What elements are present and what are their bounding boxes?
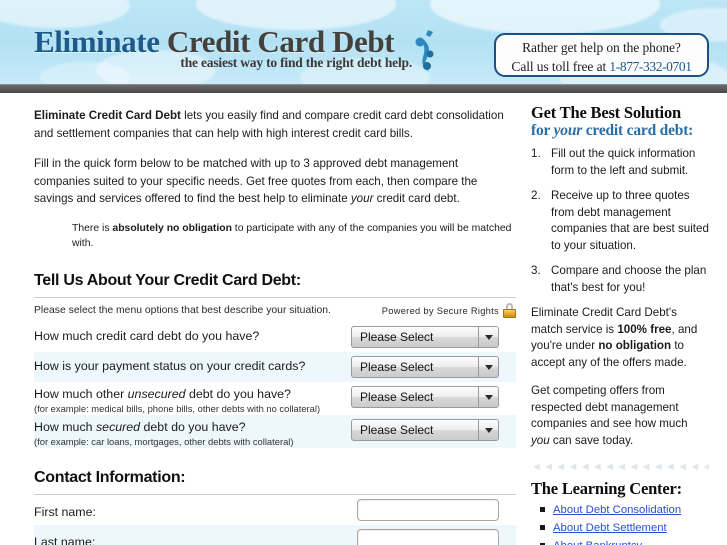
header-bottom-bar [0, 84, 727, 93]
noob-part-a: There is [72, 222, 113, 234]
list-item: About Debt Consolidation [540, 501, 709, 518]
noob-bold: absolutely no obligation [112, 222, 232, 234]
phone-callout-box[interactable]: Rather get help on the phone? Call us to… [494, 33, 709, 77]
logo-wordmark: Eliminate Credit Card Debt [34, 26, 434, 58]
list-item: About Bankruptcy [540, 537, 709, 545]
logo-word-eliminate: Eliminate [34, 24, 160, 59]
question-label-b: debt do you have? [140, 419, 246, 434]
first-name-label: First name: [34, 504, 96, 519]
question-label-a: How much other [34, 386, 128, 401]
first-name-input[interactable] [357, 498, 499, 521]
sidebar-paragraph-2: Get competing offers from respected debt… [531, 383, 709, 449]
list-item: 1. Fill out the quick information form to… [531, 146, 709, 179]
no-obligation-note: There is absolutely no obligation to par… [34, 221, 516, 251]
sidebar-p2-italic: you [531, 433, 550, 447]
intro-2-part-b: credit card debt. [373, 192, 460, 205]
sidebar-title-primary: Get The Best Solution [531, 103, 681, 122]
phone-number[interactable]: 1-877-332-0701 [609, 59, 692, 74]
list-item: 3. Compare and choose the plan that's bes… [531, 263, 709, 296]
sidebar-paragraph-1: Eliminate Credit Card Debt's match servi… [531, 305, 709, 371]
scissors-cut-icon [415, 30, 434, 72]
cloud-decoration [430, 0, 660, 34]
question-row: How much other unsecured debt do you hav… [34, 382, 516, 415]
phone-prefix: Call us toll free at [511, 59, 610, 74]
contact-row-first-name: First name: [34, 495, 516, 525]
step-number: 3. [531, 264, 541, 277]
sidebar-p2-b: can save today. [549, 433, 634, 447]
question-row: How is your payment status on your credi… [34, 351, 516, 382]
sidebar-title-2-italic: your [553, 122, 583, 139]
intro-paragraph-2: Fill in the quick form below to be match… [34, 155, 516, 208]
secure-rights-label: Powered by Secure Rights [381, 305, 499, 316]
step-text: Compare and choose the plan that's best … [551, 264, 707, 294]
sidebar-title-2-b: credit card debt: [582, 122, 694, 139]
question-row: How much secured debt do you have? (for … [34, 414, 516, 448]
sidebar: Get The Best Solution for your credit ca… [531, 103, 709, 545]
question-label-b: debt do you have? [185, 386, 291, 401]
last-name-label: Last name: [34, 534, 96, 545]
intro-bold-brand: Eliminate Credit Card Debt [34, 109, 181, 122]
phone-prompt-line: Rather get help on the phone? [522, 40, 681, 55]
sidebar-p1-bold-obligation: no obligation [598, 339, 672, 352]
debt-section-note: Please select the menu options that best… [34, 304, 331, 316]
logo-word-credit-card-debt: Credit Card Debt [166, 24, 395, 59]
select-value: Please Select [360, 359, 434, 374]
debt-section-subnote-row: Please select the menu options that best… [34, 298, 516, 322]
page-body: Eliminate Credit Card Debt lets you easi… [0, 93, 727, 545]
link-about-bankruptcy[interactable]: About Bankruptcy [553, 540, 642, 545]
step-text: Fill out the quick information form to t… [551, 147, 696, 177]
sidebar-p2-a: Get competing offers from respected debt… [531, 384, 688, 430]
step-number: 1. [531, 147, 541, 160]
intro-paragraph-1: Eliminate Credit Card Debt lets you easi… [34, 107, 516, 142]
debt-amount-select[interactable]: Please Select [351, 325, 499, 348]
intro-2-italic: your [350, 192, 374, 205]
secured-debt-select[interactable]: Please Select [351, 418, 499, 441]
select-value: Please Select [360, 422, 434, 437]
step-text: Receive up to three quotes from debt man… [551, 189, 709, 252]
sidebar-p1-bold-free: 100% free [617, 322, 672, 336]
phone-number-line: Call us toll free at 1-877-332-0701 [496, 57, 707, 76]
list-item: About Debt Settlement [540, 519, 709, 536]
payment-status-select[interactable]: Please Select [351, 355, 499, 378]
sidebar-title-2-a: for [531, 122, 554, 139]
question-label-a: How is your payment status on your credi… [34, 358, 306, 373]
contact-row-last-name: Last name: [34, 524, 516, 545]
question-row: How much credit card debt do you have? P… [34, 322, 516, 352]
question-label-a: How much [34, 419, 96, 434]
unsecured-debt-select[interactable]: Please Select [351, 385, 499, 408]
step-number: 2. [531, 189, 541, 202]
sidebar-steps-list: 1. Fill out the quick information form to… [531, 146, 709, 296]
select-value: Please Select [360, 389, 434, 404]
list-item: 2. Receive up to three quotes from debt m… [531, 188, 709, 254]
chevron-down-icon[interactable] [478, 419, 498, 440]
learning-center-title: The Learning Center: [531, 479, 682, 498]
contact-section-title: Contact Information: [34, 469, 516, 495]
debt-section-title: Tell Us About Your Credit Card Debt: [34, 272, 516, 298]
learning-center-list: About Debt Consolidation About Debt Sett… [531, 501, 709, 545]
last-name-input[interactable] [357, 528, 499, 545]
chevron-down-icon[interactable] [478, 326, 498, 347]
question-label-a: How much credit card debt do you have? [34, 328, 260, 343]
chevron-down-icon[interactable] [478, 356, 498, 377]
site-header: Eliminate Credit Card Debt the easiest w… [0, 0, 727, 93]
triangle-divider-decoration: ◄◄◄◄◄◄◄◄◄◄◄◄◄◄◄◄ [531, 461, 709, 473]
question-label-italic: unsecured [127, 386, 186, 401]
padlock-icon [503, 302, 516, 318]
question-label-italic: secured [95, 419, 141, 434]
main-column: Eliminate Credit Card Debt lets you easi… [34, 107, 516, 545]
link-about-debt-consolidation[interactable]: About Debt Consolidation [553, 504, 681, 516]
chevron-down-icon[interactable] [478, 386, 498, 407]
site-logo[interactable]: Eliminate Credit Card Debt the easiest w… [34, 26, 434, 72]
link-about-debt-settlement[interactable]: About Debt Settlement [553, 522, 667, 534]
sidebar-title-secondary: for your credit card debt: [531, 122, 709, 140]
select-value: Please Select [360, 329, 434, 344]
secure-rights-badge: Powered by Secure Rights [381, 302, 516, 318]
